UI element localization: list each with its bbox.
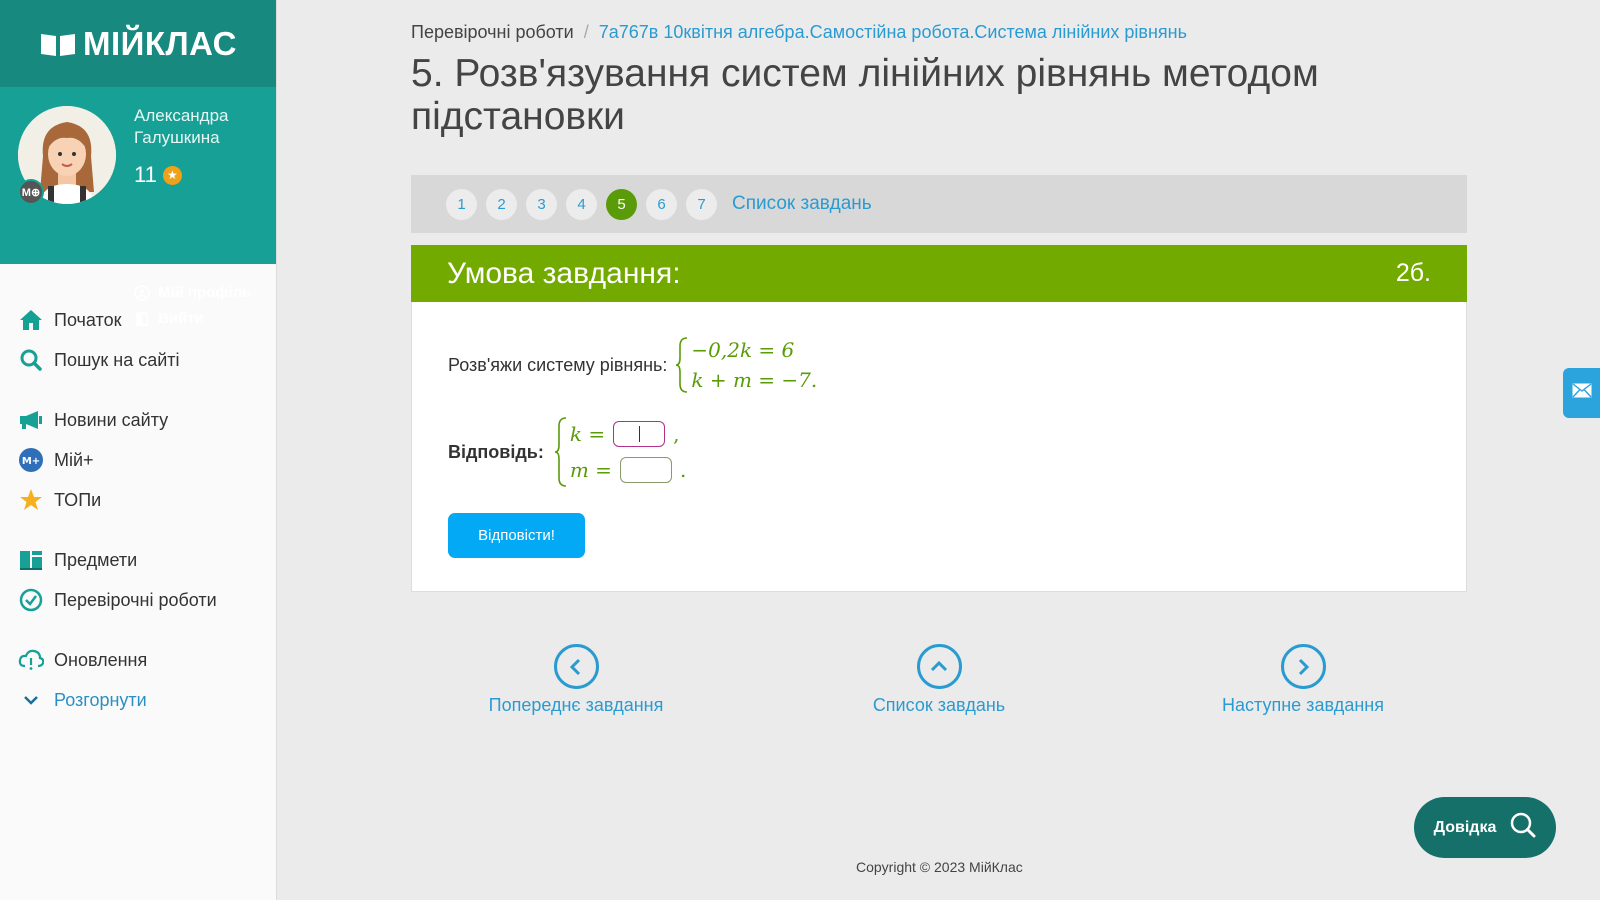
left-brace xyxy=(676,337,688,393)
sidebar-item-tops[interactable]: ТОПи xyxy=(0,480,277,520)
chevron-down-icon xyxy=(18,687,44,713)
next-task-label: Наступне завдання xyxy=(1222,695,1384,715)
previous-task-link[interactable]: Попереднє завдання xyxy=(486,644,666,716)
sidebar-menu: Початок Пошук на сайті Новини сайту M+ М… xyxy=(0,300,277,720)
equation-system: −0,2k = 6 k + m = −7. xyxy=(691,338,817,392)
chevron-left-icon xyxy=(553,644,599,689)
chevron-up-icon xyxy=(916,644,962,689)
search-help-icon xyxy=(1510,812,1536,843)
answer-brace xyxy=(554,417,566,487)
task-number-3[interactable]: 3 xyxy=(526,188,557,220)
task-navigation: 1 2 3 4 5 6 7 Список завдань xyxy=(411,175,1467,233)
task-list-bottom-link[interactable]: Список завдань xyxy=(859,644,1019,716)
mail-icon xyxy=(1571,383,1592,403)
sidebar-item-myplus[interactable]: M+ Мій+ xyxy=(0,440,277,480)
help-label: Довідка xyxy=(1433,818,1497,836)
sidebar-item-label: Оновлення xyxy=(54,649,148,670)
user-name: Александра Галушкина xyxy=(134,106,229,147)
myplus-badge: M⊕ xyxy=(18,179,44,205)
breadcrumb-separator: / xyxy=(583,22,589,42)
sidebar-item-label: Перевірочні роботи xyxy=(54,589,217,610)
sidebar-item-label: Предмети xyxy=(54,549,138,570)
user-points: 11 ★ xyxy=(134,162,182,188)
answer-period: . xyxy=(679,458,687,482)
logo[interactable]: МІЙКЛАС xyxy=(0,0,276,87)
books-icon xyxy=(18,547,44,573)
copyright: Copyright © 2023 МійКлас xyxy=(856,859,1023,875)
task-number-2[interactable]: 2 xyxy=(486,188,517,220)
question-label: Розв'яжи систему рівнянь: xyxy=(448,354,668,375)
breadcrumb-tests-link[interactable]: Перевірочні роботи xyxy=(411,22,574,42)
equation-2: k + m = −7. xyxy=(691,368,818,392)
cloud-icon xyxy=(18,647,44,673)
home-icon xyxy=(18,307,44,333)
task-card: Умова завдання: 2б. Розв'яжи систему рів… xyxy=(411,245,1467,592)
search-icon xyxy=(18,347,44,373)
star-icon: ★ xyxy=(162,165,182,185)
sidebar-item-updates[interactable]: Оновлення xyxy=(0,640,277,680)
myplus-icon: M+ xyxy=(18,447,44,473)
sidebar-item-label: Пошук на сайті xyxy=(54,349,180,370)
sidebar-item-label: Мій+ xyxy=(54,449,94,470)
task-number-6[interactable]: 6 xyxy=(646,188,677,220)
megaphone-icon xyxy=(18,407,44,433)
sidebar-item-label: Початок xyxy=(54,309,122,330)
svg-text:M+: M+ xyxy=(22,456,40,467)
breadcrumb-work-link[interactable]: 7а767в 10квітня алгебра.Самостійна робот… xyxy=(599,22,1187,42)
sidebar-item-label: Розгорнути xyxy=(54,689,147,710)
task-card-header: Умова завдання: 2б. xyxy=(411,245,1467,302)
equation-1: −0,2k = 6 xyxy=(691,338,795,362)
answer-var-m: m = xyxy=(569,458,612,482)
answer-row-k: k = , xyxy=(570,421,686,447)
question: Розв'яжи систему рівнянь: −0,2k = 6 k + … xyxy=(448,336,817,394)
answer-input-m[interactable] xyxy=(619,457,672,483)
sidebar-item-label: Новини сайту xyxy=(54,409,169,430)
task-number-7[interactable]: 7 xyxy=(686,188,717,220)
answer-system: k = , m = . xyxy=(570,421,686,483)
previous-task-label: Попереднє завдання xyxy=(488,695,664,715)
answer: Відповідь: k = , m = . xyxy=(448,416,686,488)
sidebar-item-tests[interactable]: Перевірочні роботи xyxy=(0,580,277,620)
answer-row-m: m = . xyxy=(570,457,686,483)
my-profile-link[interactable]: Мій профіль xyxy=(134,284,251,301)
logo-text: МІЙКЛАС xyxy=(82,24,237,62)
feedback-tab[interactable] xyxy=(1563,368,1600,418)
help-button[interactable]: Довідка xyxy=(1414,797,1556,858)
task-card-title: Умова завдання: xyxy=(447,256,681,290)
next-task-link[interactable]: Наступне завдання xyxy=(1218,644,1388,716)
task-list-bottom-label: Список завдань xyxy=(872,695,1006,715)
answer-input-k[interactable] xyxy=(613,421,666,447)
check-circle-icon xyxy=(18,587,44,613)
task-number-5-active[interactable]: 5 xyxy=(606,188,637,220)
answer-var-k: k = xyxy=(569,422,606,446)
my-profile-label: Мій профіль xyxy=(158,284,252,301)
task-list-link[interactable]: Список завдань xyxy=(732,193,872,215)
page-title: 5. Розв'язування систем лінійних рівнянь… xyxy=(411,52,1319,138)
sidebar-item-home[interactable]: Початок xyxy=(0,300,277,340)
sidebar: МІЙКЛАС M⊕ Александра Галушкина 11 ★ Мій… xyxy=(0,0,277,900)
submit-answer-button[interactable]: Відповісти! xyxy=(448,513,585,558)
points-value: 11 xyxy=(134,162,157,187)
user-circle-icon xyxy=(134,284,150,301)
answer-label: Відповідь: xyxy=(448,441,544,462)
sidebar-item-expand[interactable]: Розгорнути xyxy=(0,680,277,720)
user-profile-panel: M⊕ Александра Галушкина 11 ★ Мій профіль… xyxy=(0,87,276,327)
star-icon xyxy=(18,487,44,513)
breadcrumb: Перевірочні роботи / 7а767в 10квітня алгеб… xyxy=(411,22,1187,43)
sidebar-item-news[interactable]: Новини сайту xyxy=(0,400,277,440)
chevron-right-icon xyxy=(1280,644,1326,689)
task-number-1[interactable]: 1 xyxy=(446,188,477,220)
task-points: 2б. xyxy=(1395,259,1431,287)
book-icon xyxy=(39,31,77,57)
sidebar-item-label: ТОПи xyxy=(54,489,102,510)
answer-comma: , xyxy=(673,422,680,446)
task-number-4[interactable]: 4 xyxy=(566,188,597,220)
sidebar-item-search[interactable]: Пошук на сайті xyxy=(0,340,277,380)
sidebar-item-subjects[interactable]: Предмети xyxy=(0,540,277,580)
